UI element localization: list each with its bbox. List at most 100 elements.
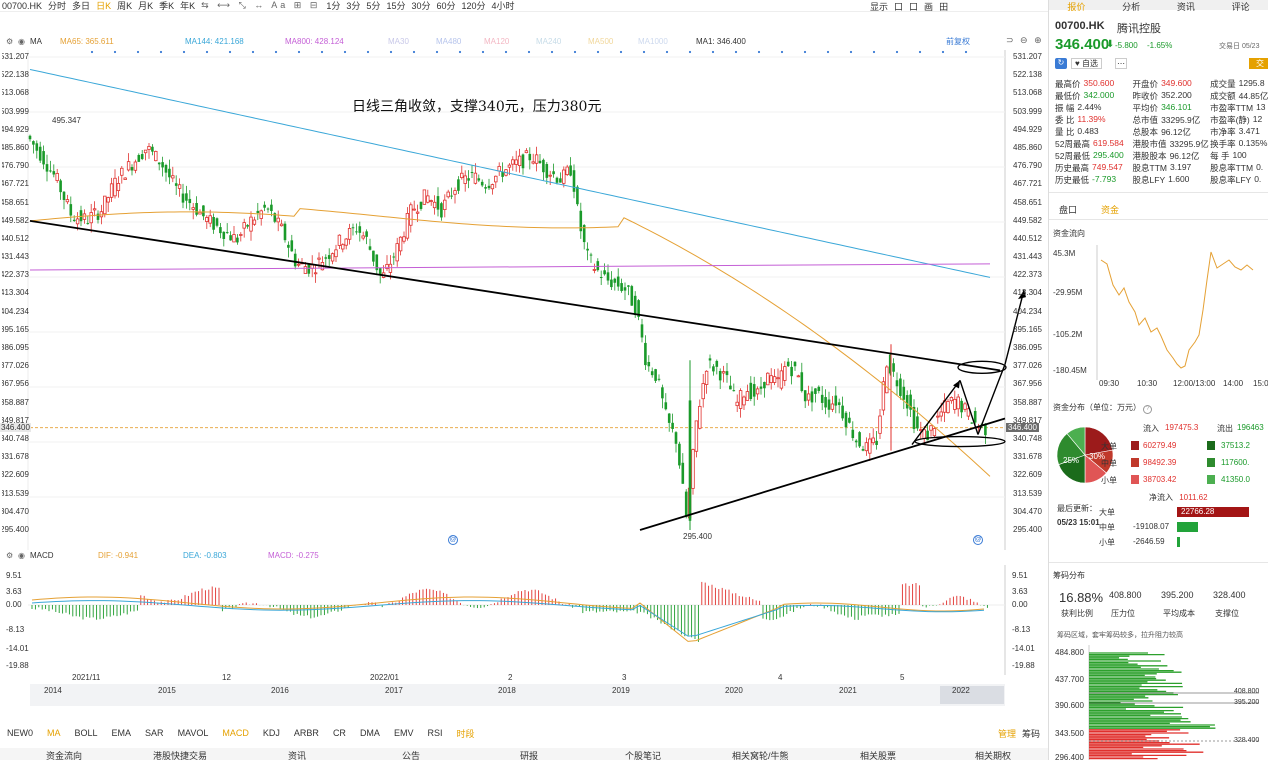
signal-dot	[182, 50, 186, 54]
candle-up	[871, 437, 875, 444]
candle-down	[42, 151, 45, 165]
indicator-tab[interactable]: EMV	[387, 728, 421, 738]
indicator-tab[interactable]: EMA	[105, 728, 139, 738]
signal-dot	[366, 50, 370, 54]
stat-row: 历史最低 -7.793 股息LFY 1.600 股息率LFY 0.	[1055, 174, 1268, 186]
period-tab[interactable]: 多日	[72, 0, 90, 12]
quote-tab[interactable]: 资讯	[1159, 0, 1214, 12]
event-marker-icon[interactable]: @	[973, 535, 983, 545]
eye-icon[interactable]: ◉	[18, 37, 25, 46]
range-window[interactable]	[940, 686, 1004, 704]
period-tab[interactable]: 120分	[461, 0, 485, 12]
toolbar-right-item[interactable]: 口	[894, 0, 903, 13]
candle-down	[620, 283, 623, 292]
macd-tick-left: -8.13	[6, 625, 25, 634]
trade-button[interactable]: 交	[1249, 58, 1268, 69]
toolbar-right-item[interactable]: 画	[924, 0, 933, 13]
indicator-tab[interactable]: MACD	[215, 728, 256, 738]
candle-down	[327, 255, 331, 259]
stat-value: -7.793	[1092, 174, 1117, 184]
candle-up	[398, 236, 403, 252]
indicator-tab[interactable]: 时段	[449, 727, 481, 740]
indicator-tab[interactable]: KDJ	[256, 728, 287, 738]
indicator-tab[interactable]: SAR	[138, 728, 171, 738]
price-tick-left: 377.026	[0, 361, 29, 371]
sub-tab-funds[interactable]: 资金	[1101, 203, 1119, 217]
ma-type-label[interactable]: MA	[30, 37, 42, 46]
candlestick-chart[interactable]	[0, 50, 1048, 550]
chips-button[interactable]: 筹码	[1022, 727, 1040, 740]
adjust-toggle[interactable]: 前复权	[946, 36, 970, 47]
candle-up	[949, 397, 954, 402]
price-tick-left: 322.609	[0, 470, 29, 480]
settings-icon[interactable]: ⚙	[6, 37, 13, 46]
toolbar-right-item[interactable]: 口	[909, 0, 918, 13]
period-tab[interactable]: 月K	[138, 0, 153, 12]
stat-value: 0.	[1254, 174, 1262, 184]
draw-tools-icon[interactable]: ⇆ ⟷ ⤡ ↔ Aa ⊞ ⊟	[201, 0, 320, 11]
period-tab[interactable]: 4小时	[492, 0, 515, 12]
bottom-link[interactable]: 研报	[520, 749, 538, 760]
price-tick-left: 295.400	[0, 525, 29, 534]
indicator-tab[interactable]: NEW0	[0, 728, 40, 738]
candle-down	[477, 178, 481, 181]
indicator-tab[interactable]: MA	[40, 728, 68, 738]
stat-label: 股息率LFY	[1210, 175, 1252, 185]
toolbar-right-item[interactable]: 田	[939, 0, 948, 13]
bottom-link[interactable]: 港股快捷交易	[153, 749, 207, 760]
stat-value: 0.	[1256, 162, 1264, 172]
bottom-link[interactable]: 相关窝轮/牛熊	[732, 749, 789, 760]
manage-button[interactable]: 管理	[998, 727, 1016, 740]
year-tick: 2021	[839, 686, 857, 695]
range-navigator[interactable]: 2014 2015 2016 2017 2018 2019 2020 2021 2022	[30, 684, 1005, 706]
candle-down	[688, 400, 692, 521]
more-icon[interactable]: ⋯	[1115, 58, 1127, 69]
indicator-tab[interactable]: DMA	[353, 728, 387, 738]
macd-chart[interactable]	[0, 565, 1048, 675]
period-tab[interactable]: 3分	[346, 0, 360, 12]
signal-dot	[504, 50, 508, 54]
indicator-tab[interactable]: ARBR	[287, 728, 326, 738]
period-tab[interactable]: 周K	[117, 0, 132, 12]
bottom-link[interactable]: 个股笔记	[625, 749, 661, 760]
period-tab[interactable]: 季K	[159, 0, 174, 12]
period-tab[interactable]: 分时	[48, 0, 66, 12]
signal-dot	[389, 50, 393, 54]
indicator-tab[interactable]: CR	[326, 728, 353, 738]
candle-down	[892, 363, 895, 372]
indicator-tab[interactable]: BOLL	[68, 728, 105, 738]
settings-icon[interactable]: ⚙	[6, 551, 13, 560]
bottom-link[interactable]: 相关期权	[975, 749, 1011, 760]
toolbar-right-item[interactable]: 显示	[870, 0, 888, 13]
chip-stats: 16.88% 获利比例 408.800 压力位 395.200 平均成本 328.400 支撑…	[1053, 590, 1268, 622]
eye-icon[interactable]: ◉	[18, 551, 25, 560]
macd-name[interactable]: MACD	[30, 551, 54, 560]
candle-up	[232, 234, 236, 243]
sub-tab-orderbook[interactable]: 盘口	[1059, 203, 1077, 217]
stat-value: 96.12亿	[1161, 127, 1191, 137]
bottom-link[interactable]: 资讯	[288, 749, 306, 760]
bottom-link[interactable]: 相关股票	[860, 749, 896, 760]
quote-tab[interactable]: 评论	[1213, 0, 1268, 12]
period-tab[interactable]: 30分	[411, 0, 430, 12]
event-marker-icon[interactable]: @	[448, 535, 458, 545]
flow-tick: -180.45M	[1053, 366, 1087, 375]
indicator-tab[interactable]: RSI	[420, 728, 449, 738]
period-tab[interactable]: 60分	[436, 0, 455, 12]
add-watchlist-button[interactable]: ♥ 自选	[1071, 58, 1102, 69]
price-tick-left: 313.539	[0, 488, 29, 498]
indicator-tab[interactable]: MAVOL	[171, 728, 216, 738]
stat-value: 619.584	[1092, 138, 1124, 148]
quote-tab[interactable]: 分析	[1104, 0, 1159, 12]
bottom-link[interactable]: 公告	[402, 749, 420, 760]
help-icon[interactable]: ?	[1143, 405, 1153, 414]
macd-tick-left: 9.51	[6, 571, 22, 580]
quote-tab[interactable]: 报价	[1049, 0, 1104, 12]
bottom-link[interactable]: 资金流向	[46, 749, 82, 760]
period-tab[interactable]: 日K	[96, 0, 111, 12]
period-tab[interactable]: 1分	[326, 0, 340, 12]
period-tab[interactable]: 5分	[366, 0, 380, 12]
period-tab[interactable]: 15分	[386, 0, 405, 12]
period-tab[interactable]: 年K	[180, 0, 195, 12]
refresh-icon[interactable]: ↻	[1055, 58, 1067, 69]
